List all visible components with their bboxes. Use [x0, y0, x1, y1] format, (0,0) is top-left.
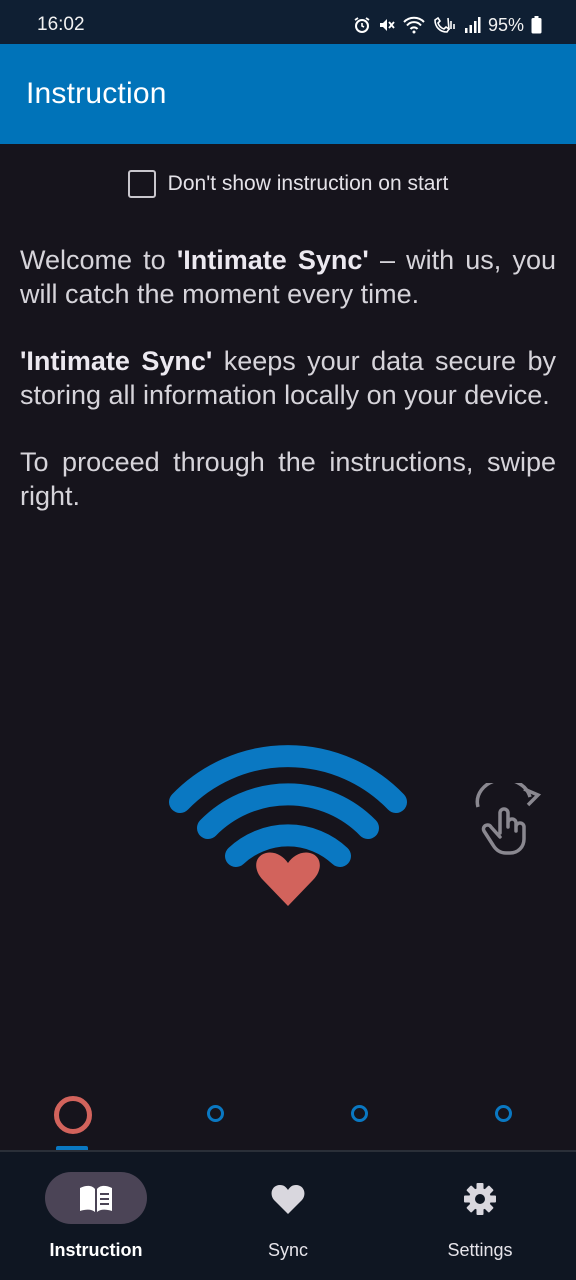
battery-text: 95% — [487, 14, 524, 35]
gear-icon — [464, 1183, 496, 1215]
nav-label-settings[interactable]: Settings — [384, 1240, 576, 1261]
page-dot-1-active[interactable] — [54, 1096, 92, 1134]
book-icon — [80, 1185, 112, 1212]
app-name-bold-2: 'Intimate Sync' — [20, 346, 213, 376]
page-indicator — [0, 1090, 576, 1152]
welcome-paragraph-2: 'Intimate Sync' keeps your data secure b… — [20, 344, 556, 412]
page-dot-3[interactable] — [351, 1105, 368, 1122]
dont-show-checkbox-label[interactable]: Don't show instruction on start — [168, 172, 449, 196]
logo-wave-middle — [197, 783, 379, 839]
logo-wave-inner — [225, 824, 351, 867]
welcome-p1-pre: Welcome to — [20, 245, 177, 275]
page-dot-2[interactable] — [207, 1105, 224, 1122]
nav-label-instruction[interactable]: Instruction — [0, 1240, 192, 1261]
page-title: Instruction — [26, 77, 167, 110]
swipe-hand-icon — [475, 783, 542, 855]
app-name-bold: 'Intimate Sync' — [176, 245, 369, 275]
app-bar: Instruction — [0, 44, 576, 144]
page-dot-4[interactable] — [495, 1105, 512, 1122]
status-bar: 16:02 95% — [0, 0, 576, 44]
nav-item-instruction[interactable]: Instruction — [0, 1152, 192, 1280]
battery-icon — [531, 16, 542, 34]
wifi-calling-icon — [432, 16, 456, 34]
nav-label-sync[interactable]: Sync — [192, 1240, 384, 1261]
status-time: 16:02 — [37, 14, 85, 35]
nav-item-sync[interactable]: Sync — [192, 1152, 384, 1280]
nav-item-settings[interactable]: Settings — [384, 1152, 576, 1280]
bottom-nav: Instruction Sync Settings — [0, 1150, 576, 1280]
mute-icon — [378, 16, 396, 34]
dont-show-checkbox-row[interactable]: Don't show instruction on start — [0, 166, 576, 202]
dont-show-checkbox[interactable] — [127, 170, 156, 198]
alarm-icon — [353, 16, 371, 34]
heart-icon — [271, 1185, 305, 1214]
wifi-icon — [403, 16, 425, 34]
welcome-text: Welcome to 'Intimate Sync' – with us, yo… — [20, 243, 556, 546]
wifi-heart-logo-icon — [169, 745, 407, 906]
welcome-paragraph-3: To proceed through the instructions, swi… — [20, 447, 556, 511]
status-icons: 95% — [353, 12, 542, 38]
logo-heart — [256, 852, 320, 906]
welcome-paragraph-1: Welcome to 'Intimate Sync' – with us, yo… — [20, 243, 556, 311]
signal-icon — [463, 16, 481, 34]
